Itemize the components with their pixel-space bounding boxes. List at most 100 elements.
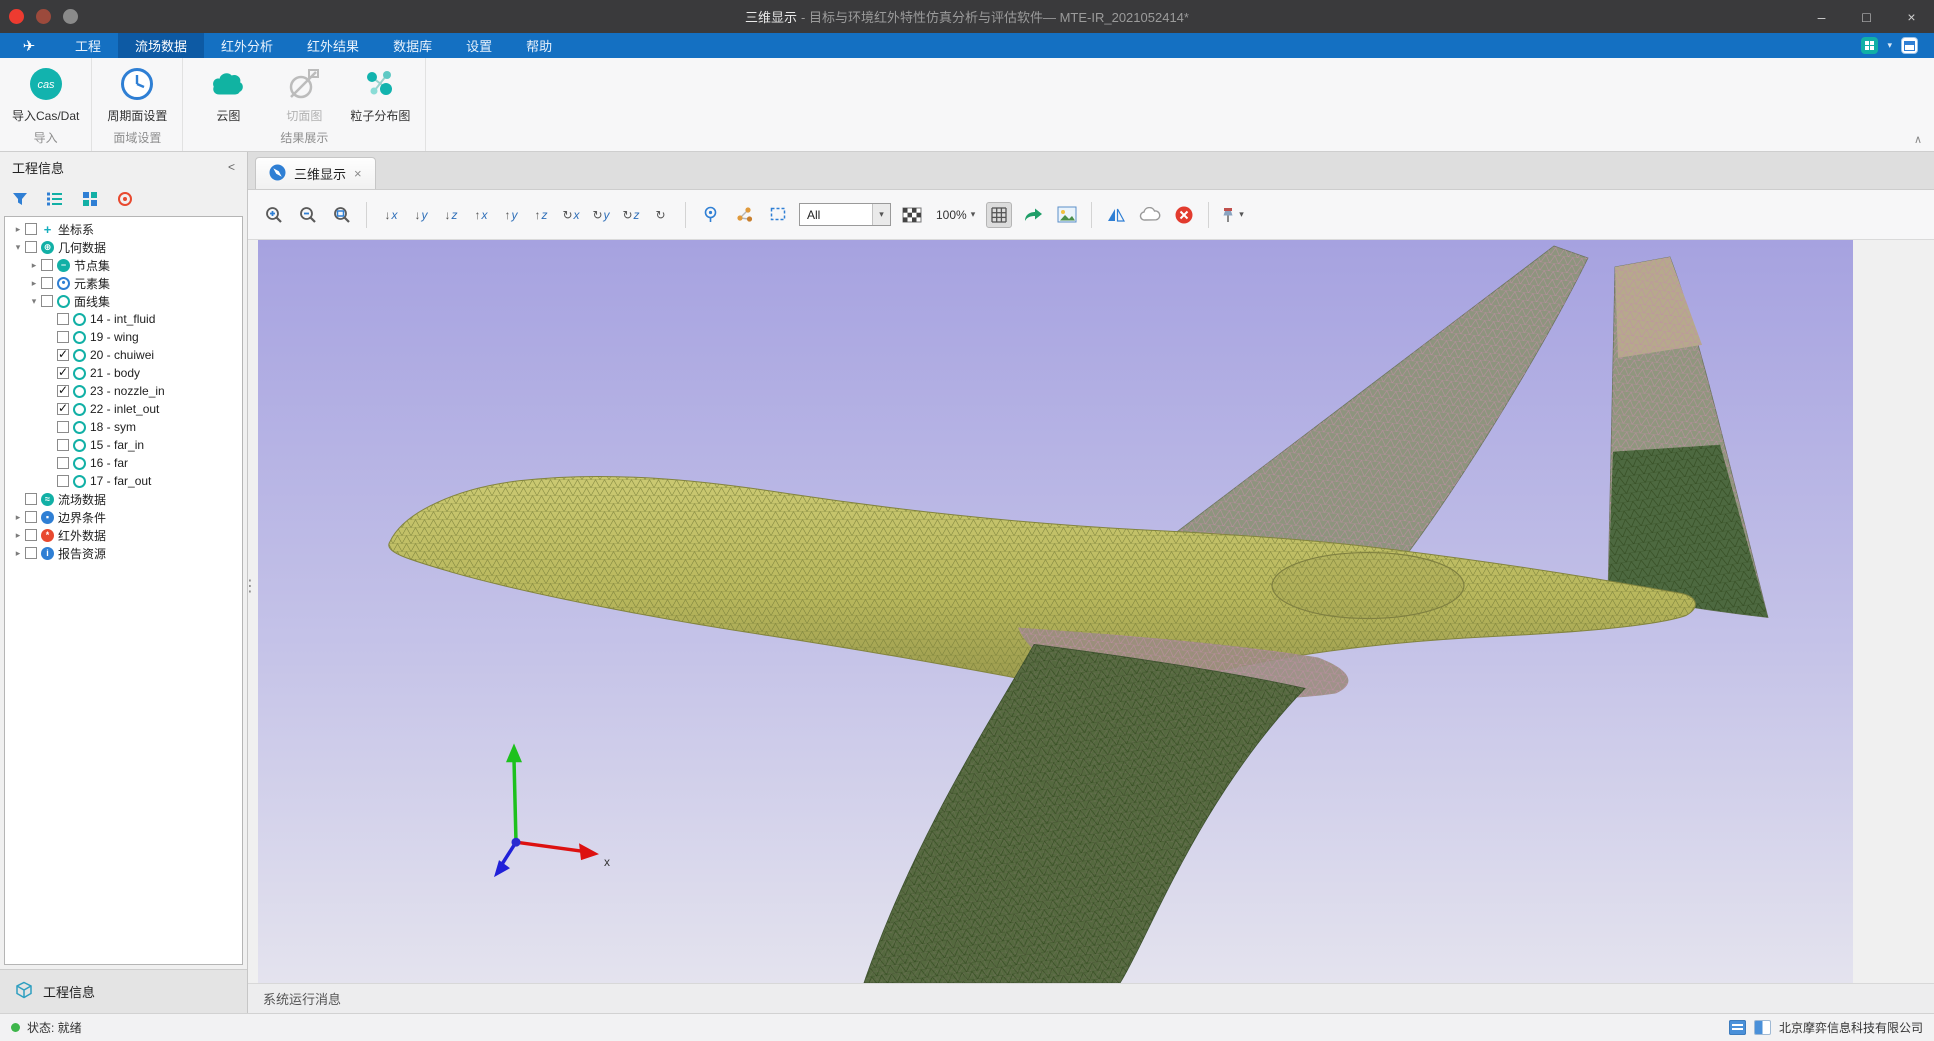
panel-splitter-handle[interactable]: ⋮ — [242, 582, 254, 591]
visibility-checkbox[interactable] — [25, 547, 37, 559]
view-x-up-icon[interactable]: ↑x — [468, 202, 494, 228]
view-z-up-icon[interactable]: ↑z — [528, 202, 554, 228]
particles-select-icon[interactable] — [731, 202, 757, 228]
display-filter-select[interactable]: All ▾ — [799, 203, 891, 226]
particle-distribution-button[interactable]: 粒子分布图 — [343, 62, 417, 125]
maximize-button[interactable]: □ — [1844, 0, 1889, 33]
visibility-checkbox[interactable] — [57, 457, 69, 469]
tree-item[interactable]: ≈流场数据 — [5, 490, 242, 508]
app-dot-red-icon[interactable] — [9, 9, 24, 24]
visibility-checkbox[interactable] — [25, 241, 37, 253]
rotate-y-icon[interactable]: ↻y — [588, 202, 614, 228]
ribbon-collapse-chevron-icon[interactable]: ∧ — [1914, 133, 1922, 146]
menu-item-settings[interactable]: 设置 — [449, 33, 509, 58]
expander-icon[interactable]: ▸ — [11, 224, 25, 235]
view-y-up-icon[interactable]: ↑y — [498, 202, 524, 228]
visibility-checkbox[interactable] — [57, 349, 69, 361]
visibility-checkbox[interactable] — [25, 529, 37, 541]
visibility-checkbox[interactable] — [57, 439, 69, 451]
pin-caret-icon[interactable]: ▾ — [1239, 209, 1244, 220]
expander-icon[interactable]: ▸ — [27, 278, 41, 289]
mirror-icon[interactable] — [1103, 202, 1129, 228]
filter-icon[interactable] — [11, 190, 29, 208]
import-cas-dat-button[interactable]: cas 导入Cas/Dat — [8, 62, 83, 125]
panel-collapse-icon[interactable]: < — [228, 160, 235, 174]
visibility-checkbox[interactable] — [41, 295, 53, 307]
clear-results-icon[interactable] — [1171, 202, 1197, 228]
tree-item[interactable]: 23 - nozzle_in — [5, 382, 242, 400]
tree-item[interactable]: 15 - far_in — [5, 436, 242, 454]
combo-dropdown-icon[interactable]: ▾ — [872, 204, 890, 225]
close-button[interactable]: × — [1889, 0, 1934, 33]
tab-close-icon[interactable]: × — [354, 166, 362, 181]
tree-item[interactable]: ▾面线集 — [5, 292, 242, 310]
visibility-checkbox[interactable] — [57, 421, 69, 433]
tab-3d-display[interactable]: 三维显示 × — [255, 157, 376, 189]
expander-icon[interactable]: ▸ — [11, 512, 25, 523]
export-arrow-icon[interactable] — [1020, 202, 1046, 228]
tree-item[interactable]: ▸*红外数据 — [5, 526, 242, 544]
view-x-down-icon[interactable]: ↓x — [378, 202, 404, 228]
taskbar-list-icon[interactable] — [1729, 1020, 1746, 1035]
visibility-checkbox[interactable] — [57, 313, 69, 325]
app-dot-gray-icon[interactable] — [63, 9, 78, 24]
panel-footer-project-info[interactable]: 工程信息 — [0, 969, 247, 1013]
visibility-checkbox[interactable] — [25, 493, 37, 505]
rotate-z-icon[interactable]: ↻z — [618, 202, 644, 228]
tree-item[interactable]: 19 - wing — [5, 328, 242, 346]
zoom-out-icon[interactable] — [295, 202, 321, 228]
visibility-checkbox[interactable] — [57, 475, 69, 487]
probe-point-icon[interactable] — [697, 202, 723, 228]
tree-item[interactable]: 16 - far — [5, 454, 242, 472]
tree-item[interactable]: ▸i报告资源 — [5, 544, 242, 562]
tree-item[interactable]: ▸▪边界条件 — [5, 508, 242, 526]
grid-view-icon[interactable] — [81, 190, 99, 208]
zoom-level-dropdown[interactable]: 100% ▾ — [933, 208, 978, 222]
tree-item[interactable]: ▾⊕几何数据 — [5, 238, 242, 256]
tree-item[interactable]: 22 - inlet_out — [5, 400, 242, 418]
menu-item-database[interactable]: 数据库 — [376, 33, 449, 58]
tree-item[interactable]: 20 - chuiwei — [5, 346, 242, 364]
menubar-caret-icon[interactable]: ▾ — [1887, 40, 1892, 51]
view-z-down-icon[interactable]: ↓z — [438, 202, 464, 228]
tree-item[interactable]: 18 - sym — [5, 418, 242, 436]
visibility-checkbox[interactable] — [57, 385, 69, 397]
menu-item-ir-analysis[interactable]: 红外分析 — [204, 33, 290, 58]
viewport-3d[interactable]: x — [258, 240, 1853, 983]
periodic-face-button[interactable]: 周期面设置 — [100, 62, 174, 125]
rotate-x-icon[interactable]: ↻x — [558, 202, 584, 228]
menu-item-ir-results[interactable]: 红外结果 — [290, 33, 376, 58]
locate-target-icon[interactable] — [116, 190, 134, 208]
visibility-checkbox[interactable] — [25, 511, 37, 523]
expander-icon[interactable]: ▾ — [27, 296, 41, 307]
section-plane-button[interactable]: 切面图 — [267, 62, 341, 125]
tree-item[interactable]: 17 - far_out — [5, 472, 242, 490]
quick-access-icon[interactable] — [1861, 37, 1878, 54]
tree-item[interactable]: 21 - body — [5, 364, 242, 382]
visibility-checkbox[interactable] — [41, 277, 53, 289]
cloud-map-button[interactable]: 云图 — [191, 62, 265, 125]
taskbar-split-icon[interactable] — [1754, 1020, 1771, 1035]
view-y-down-icon[interactable]: ↓y — [408, 202, 434, 228]
visibility-checkbox[interactable] — [25, 223, 37, 235]
window-layout-icon[interactable] — [1901, 37, 1918, 54]
snapshot-image-icon[interactable] — [1054, 202, 1080, 228]
tree-item[interactable]: ▸•元素集 — [5, 274, 242, 292]
expander-icon[interactable]: ▸ — [11, 530, 25, 541]
zoom-in-icon[interactable] — [261, 202, 287, 228]
menu-item-flow-data[interactable]: 流场数据 — [118, 33, 204, 58]
visibility-checkbox[interactable] — [57, 403, 69, 415]
expander-icon[interactable]: ▸ — [11, 548, 25, 559]
tree-item[interactable]: 14 - int_fluid — [5, 310, 242, 328]
opacity-pattern-icon[interactable] — [899, 202, 925, 228]
menu-item-project[interactable]: 工程 — [58, 33, 118, 58]
app-dot-maroon-icon[interactable] — [36, 9, 51, 24]
list-view-icon[interactable] — [46, 190, 64, 208]
visibility-checkbox[interactable] — [57, 331, 69, 343]
menu-item-help[interactable]: 帮助 — [509, 33, 569, 58]
expander-icon[interactable]: ▸ — [27, 260, 41, 271]
tree-item[interactable]: ▸+坐标系 — [5, 220, 242, 238]
visibility-checkbox[interactable] — [57, 367, 69, 379]
pin-dropdown[interactable]: ▾ — [1220, 206, 1244, 224]
visibility-checkbox[interactable] — [41, 259, 53, 271]
